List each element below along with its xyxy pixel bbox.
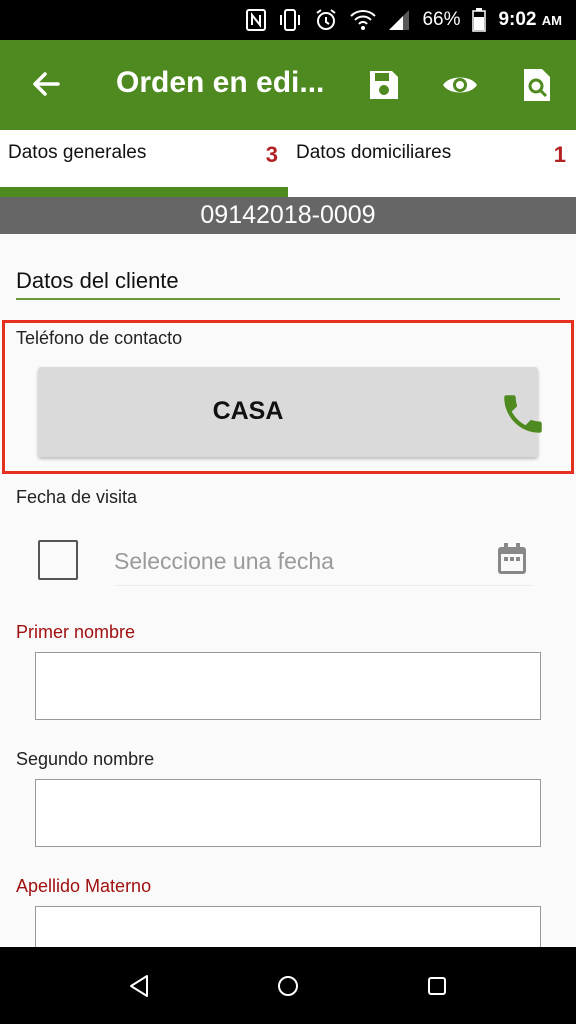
visit-date-label: Fecha de visita: [16, 487, 138, 507]
alarm-icon: [314, 8, 338, 32]
first-name-input[interactable]: [35, 652, 541, 720]
signal-icon: [388, 9, 410, 31]
second-name-label: Segundo nombre: [16, 749, 155, 769]
tab-count-badge: 1: [553, 142, 566, 167]
second-name-input[interactable]: [35, 779, 541, 847]
section-divider: [16, 298, 560, 300]
system-nav-bar: [0, 947, 576, 1024]
status-bar: 66% 9:02 AM: [0, 0, 576, 40]
vibrate-icon: [278, 9, 302, 31]
section-title: Datos del cliente: [16, 268, 179, 293]
calendar-icon[interactable]: [496, 542, 528, 576]
back-arrow-icon[interactable]: [28, 66, 64, 102]
tab-datos-domiciliares[interactable]: Datos domiciliares 1: [288, 130, 576, 197]
order-number-banner: 09142018-0009: [0, 197, 576, 234]
back-nav-icon[interactable]: [124, 971, 154, 1001]
visit-date-field[interactable]: Seleccione una fecha: [114, 538, 534, 586]
contact-phone-label: Teléfono de contacto: [16, 328, 183, 348]
maternal-surname-input[interactable]: [35, 906, 541, 947]
tab-indicator: [0, 187, 288, 197]
save-icon[interactable]: [365, 66, 403, 104]
tab-count-badge: 3: [265, 142, 278, 167]
page-title: Orden en edi...: [116, 66, 325, 99]
eye-icon[interactable]: [441, 66, 479, 104]
maternal-surname-label: Apellido Materno: [16, 876, 152, 896]
home-nav-icon[interactable]: [273, 971, 303, 1001]
wifi-icon: [350, 9, 377, 31]
visit-date-checkbox[interactable]: [38, 540, 78, 580]
battery-percent: 66%: [422, 9, 461, 30]
nfc-icon: [246, 9, 267, 31]
clock: 9:02 AM: [498, 9, 562, 30]
call-home-button[interactable]: CASA: [38, 367, 542, 457]
app-bar: Orden en edi...: [0, 40, 576, 130]
call-button-label: CASA: [212, 397, 284, 425]
tab-label: Datos domiciliares: [296, 142, 452, 163]
visit-date-placeholder: Seleccione una fecha: [114, 548, 334, 574]
first-name-label: Primer nombre: [16, 622, 136, 642]
battery-icon: [472, 8, 487, 32]
phone-icon: [498, 389, 548, 439]
tab-label: Datos generales: [8, 142, 147, 163]
search-document-icon[interactable]: [518, 66, 556, 104]
recents-nav-icon[interactable]: [422, 971, 452, 1001]
